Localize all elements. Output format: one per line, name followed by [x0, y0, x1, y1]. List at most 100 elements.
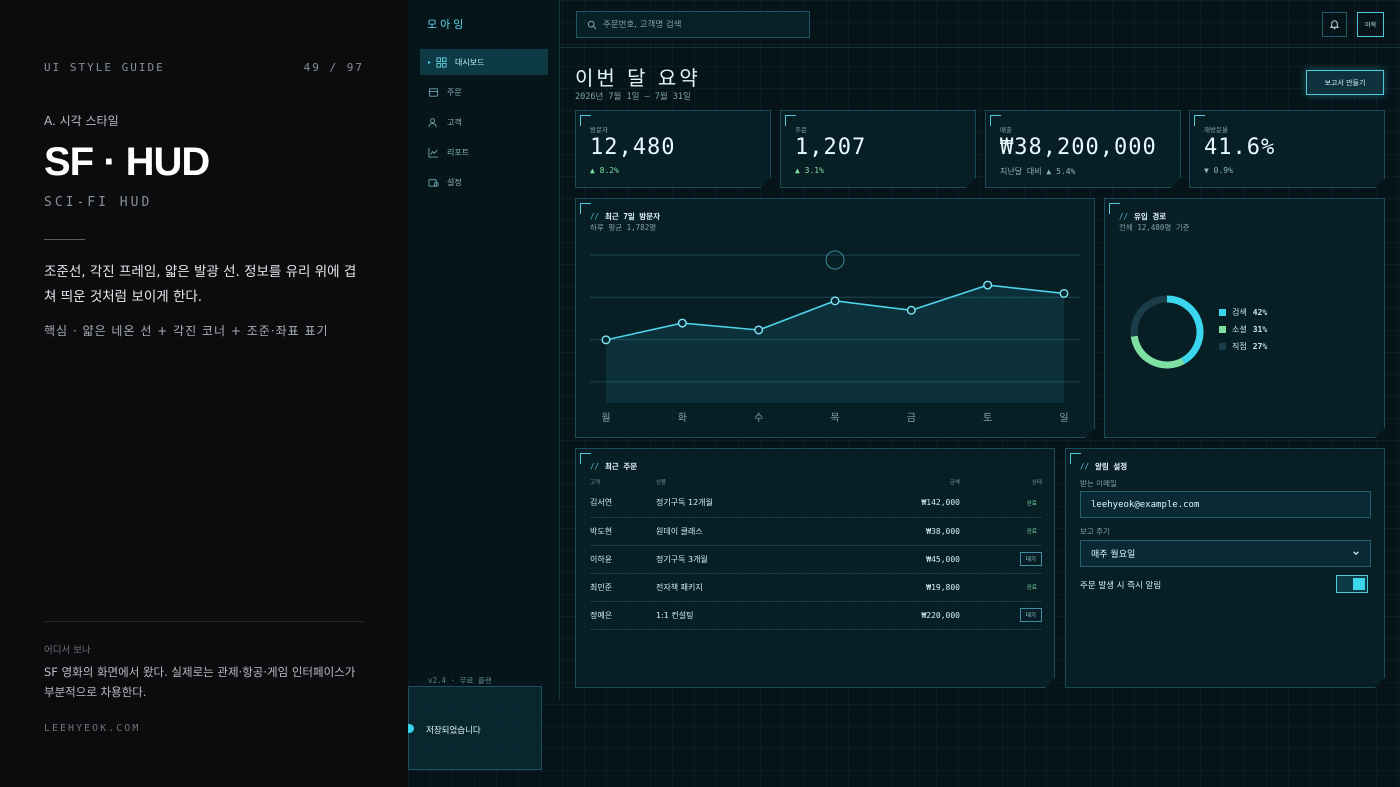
cell-customer: 최민준 — [590, 573, 656, 602]
kpi-delta: ▲ 3.1% — [795, 166, 824, 175]
panel-title: //최근 주문 — [590, 462, 638, 471]
status-badge: 완료 — [1026, 500, 1037, 507]
table-row[interactable]: 최민준 전자책 패키지 ₩19,800 완료 — [590, 573, 1042, 602]
kpi-delta: 지난달 대비 ▲ 5.4% — [1000, 167, 1076, 176]
table-row[interactable]: 김서연 정기구독 12개월 ₩142,000 완료 — [590, 489, 1042, 518]
sidebar-item-dashboard[interactable]: ▸ 대시보드 — [420, 49, 548, 75]
legend-value: 31% — [1252, 324, 1268, 334]
donut-slice[interactable] — [1166, 295, 1204, 364]
source-text: SF 영화의 화면에서 왔다. 실제로는 관제·항공·게임 인터페이스가 부분적… — [44, 665, 356, 699]
kpi-value: 1,207 — [795, 135, 867, 160]
period-select[interactable]: 매주 월요일 — [1080, 540, 1371, 567]
table-row[interactable]: 정예은 1:1 컨설팅 ₩220,000 대기 — [590, 601, 1042, 630]
table-row[interactable]: 이하윤 정기구독 3개월 ₩45,000 대기 — [590, 545, 1042, 574]
sidebar-item-customers[interactable]: 고객 — [420, 109, 548, 135]
reticle-icon — [825, 250, 845, 270]
x-tick-label: 일 — [1059, 412, 1068, 424]
column-header-customer: 고객 — [590, 480, 601, 486]
kpi-value: 41.6% — [1204, 135, 1276, 160]
cell-product: 1:1 컨설팅 — [656, 601, 800, 630]
legend-label: 직접 — [1232, 341, 1247, 351]
data-point[interactable] — [830, 296, 840, 306]
data-point[interactable] — [1059, 288, 1069, 298]
alert-settings-panel: //알림 설정 받는 이메일 보고 주기 매주 월요일 주문 발생 시 즉시 알… — [1065, 448, 1385, 688]
recent-orders-panel: //최근 주문 고객 상품 금액 상태 김서연 정기구독 12개월 ₩142,000… — [575, 448, 1055, 688]
orders-table-body: 김서연 정기구독 12개월 ₩142,000 완료 박도현 원데이 클래스 ₩38,000 완… — [590, 489, 1042, 630]
sidebar-item-label: 대시보드 — [455, 57, 485, 67]
kpi-delta: ▲ 8.2% — [590, 166, 619, 175]
email-field-box[interactable] — [1080, 491, 1371, 518]
style-subtitle: SCI-FI HUD — [44, 195, 153, 210]
x-tick-label: 금 — [907, 412, 916, 424]
cell-amount: ₩38,000 — [799, 517, 1002, 546]
table-row[interactable]: 박도현 원데이 클래스 ₩38,000 완료 — [590, 517, 1042, 546]
chart-legend: 검색 42% 소셜 31% 직접 27% — [1219, 307, 1267, 358]
active-indicator-icon: ▸ — [428, 58, 432, 66]
x-tick-label: 수 — [754, 412, 763, 424]
cell-status: 대기 — [1002, 601, 1042, 630]
create-report-button[interactable]: 보고서 만들기 — [1306, 70, 1384, 95]
data-point[interactable] — [983, 280, 993, 290]
panel-title-text: 알림 설정 — [1095, 462, 1128, 471]
grid-icon — [436, 56, 447, 68]
sidebar-item-settings[interactable]: 설정 — [420, 169, 548, 195]
panel-title: //최근 7일 방문자 — [590, 212, 660, 221]
sidebar-item-reports[interactable]: 리포트 — [420, 139, 548, 165]
version-label: v2.4 · 무료 플랜 — [428, 676, 492, 685]
x-tick-label: 목 — [830, 412, 839, 424]
brand-logo[interactable]: 모아잉 — [427, 16, 466, 32]
data-point[interactable] — [677, 318, 687, 328]
table-header-row: 고객 상품 금액 상태 — [590, 475, 1042, 489]
legend-swatch — [1219, 325, 1226, 333]
style-title: SF · HUD — [44, 140, 210, 184]
user-icon — [428, 117, 437, 127]
instant-alert-toggle[interactable] — [1336, 575, 1368, 593]
source-label: 어디서 보나 — [44, 645, 91, 656]
email-label: 받는 이메일 — [1080, 479, 1117, 488]
cell-status: 완료 — [1002, 573, 1042, 602]
page-title: 이번 달 요약 — [575, 66, 701, 90]
legend-label: 소셜 — [1232, 324, 1247, 334]
style-core: 핵심 · 얇은 네온 선 + 각진 코너 + 조준·좌표 표기 — [44, 324, 329, 338]
sources-panel: //유입 경로 전체 12,480명 기준 검색 42% 소셜 31% 직접 27% — [1104, 198, 1385, 438]
data-point[interactable] — [601, 335, 611, 345]
status-badge: 완료 — [1026, 529, 1037, 535]
cell-product: 정기구독 3개월 — [656, 545, 800, 574]
sidebar-item-label: 리포트 — [447, 147, 470, 157]
cell-amount: ₩45,000 — [799, 545, 1002, 574]
sidebar-nav: ▸ 대시보드 주문 고객 리포트 설정 — [420, 49, 548, 199]
cell-product: 원데이 클래스 — [656, 517, 800, 546]
search-input[interactable] — [603, 19, 793, 30]
donut-slice[interactable] — [1130, 335, 1185, 369]
cell-customer: 박도현 — [590, 517, 656, 546]
divider — [44, 621, 364, 622]
search-icon — [587, 20, 597, 30]
site-link[interactable]: LEEHYEOK.COM — [44, 723, 140, 734]
guide-header-label: UI STYLE GUIDE — [44, 61, 165, 74]
kpi-delta: ▼ 0.9% — [1204, 166, 1233, 175]
sidebar: 모아잉 ▸ 대시보드 주문 고객 리포트 설정 v2.4 · 무료 플랜 — [408, 0, 560, 700]
avatar[interactable]: 이혁 — [1357, 12, 1384, 37]
x-tick-label: 토 — [983, 413, 992, 424]
legend-item: 직접 27% — [1219, 341, 1267, 351]
toggle-knob — [1353, 578, 1365, 590]
top-bar: 이혁 — [560, 0, 1400, 48]
data-point[interactable] — [754, 325, 764, 335]
donut-slice[interactable] — [1130, 295, 1168, 337]
legend-swatch — [1219, 308, 1226, 316]
column-header-amount: 금액 — [949, 480, 960, 486]
status-badge: 대기 — [1019, 552, 1042, 566]
kpi-value: 12,480 — [590, 135, 676, 160]
data-point[interactable] — [906, 305, 916, 315]
panel-title-text: 최근 주문 — [605, 462, 638, 471]
panel-title-text: 유입 경로 — [1134, 212, 1167, 221]
chevron-down-icon — [1353, 551, 1359, 555]
sidebar-item-label: 고객 — [447, 117, 462, 127]
notification-button[interactable] — [1322, 12, 1347, 37]
panel-subtitle: 전체 12,480명 기준 — [1119, 223, 1190, 232]
email-field[interactable] — [1091, 499, 1351, 510]
sidebar-item-orders[interactable]: 주문 — [420, 79, 548, 105]
main-content: 이번 달 요약 2026년 7월 1일 — 7월 31일 보고서 만들기 방문자… — [560, 48, 1400, 787]
search-box[interactable] — [576, 11, 810, 38]
legend-value: 42% — [1252, 307, 1268, 317]
